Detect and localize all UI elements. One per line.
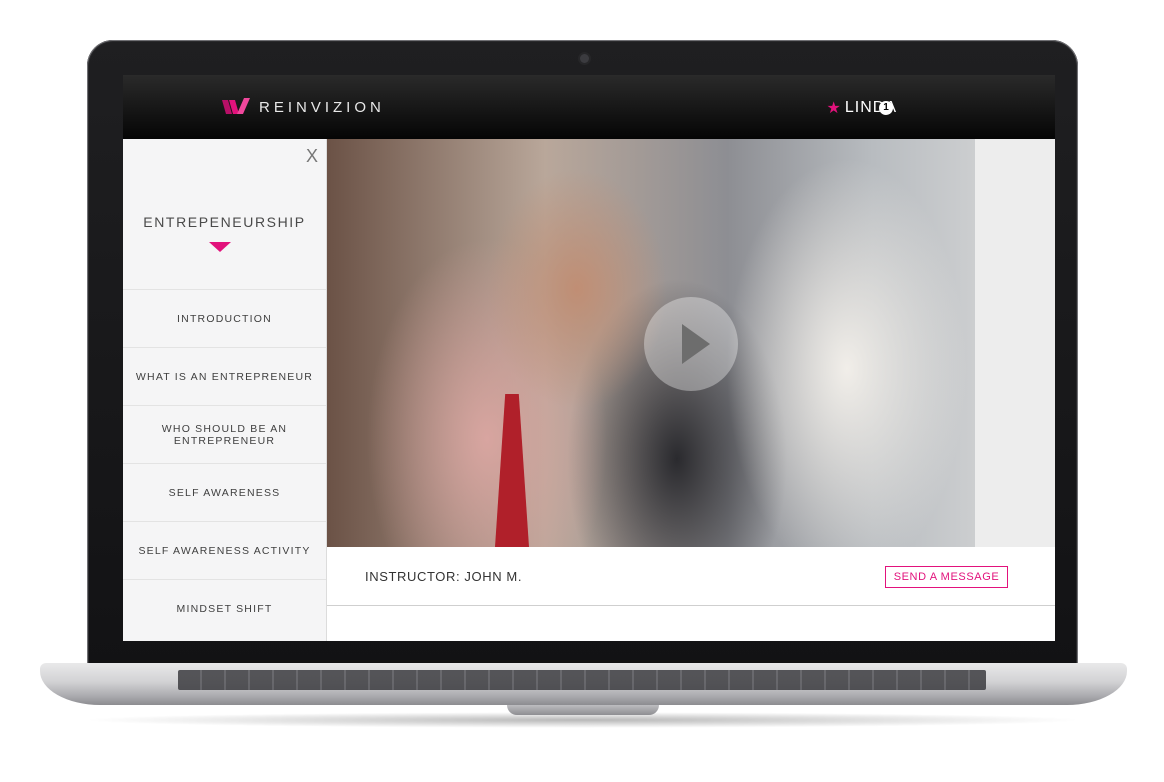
star-icon: ★	[826, 100, 841, 117]
logo-icon	[222, 98, 250, 114]
screen: REINVIZION ★ LINDA 1 X ENTREPENEURSHIP I…	[123, 75, 1055, 641]
lesson-item-self-awareness-activity[interactable]: SELF AWARENESS ACTIVITY	[123, 521, 326, 579]
send-message-button[interactable]: SEND A MESSAGE	[885, 566, 1008, 588]
brand-name: REINVIZION	[259, 98, 385, 116]
play-icon[interactable]	[644, 297, 738, 391]
lesson-item-who-should-be-an-entrepreneur[interactable]: WHO SHOULD BE AN ENTREPRENEUR	[123, 405, 326, 463]
webcam-icon	[580, 54, 589, 63]
lesson-item-mindset-shift[interactable]: MINDSET SHIFT	[123, 579, 326, 637]
course-title[interactable]: ENTREPENEURSHIP	[123, 214, 326, 230]
instructor-bar: INSTRUCTOR: JOHN M. SEND A MESSAGE	[327, 547, 1055, 606]
video-player[interactable]	[327, 139, 1055, 547]
video-background-window	[975, 139, 1055, 547]
lesson-item-introduction[interactable]: INTRODUCTION	[123, 289, 326, 347]
top-bar: REINVIZION ★ LINDA 1	[123, 75, 1055, 139]
video-scene-detail	[495, 394, 529, 547]
brand-logo[interactable]: REINVIZION	[222, 97, 385, 117]
caret-down-icon[interactable]	[209, 242, 231, 252]
notification-badge[interactable]: 1	[879, 101, 893, 115]
instructor-name: INSTRUCTOR: JOHN M.	[365, 569, 523, 584]
close-sidebar-icon[interactable]: X	[306, 146, 318, 167]
lesson-item-self-awareness[interactable]: SELF AWARENESS	[123, 463, 326, 521]
lesson-item-what-is-an-entrepreneur[interactable]: WHAT IS AN ENTREPRENEUR	[123, 347, 326, 405]
keyboard	[178, 670, 986, 690]
course-sidebar: X ENTREPENEURSHIP INTRODUCTION WHAT IS A…	[123, 139, 327, 641]
laptop-notch	[507, 705, 659, 715]
lesson-menu: INTRODUCTION WHAT IS AN ENTREPRENEUR WHO…	[123, 289, 326, 637]
